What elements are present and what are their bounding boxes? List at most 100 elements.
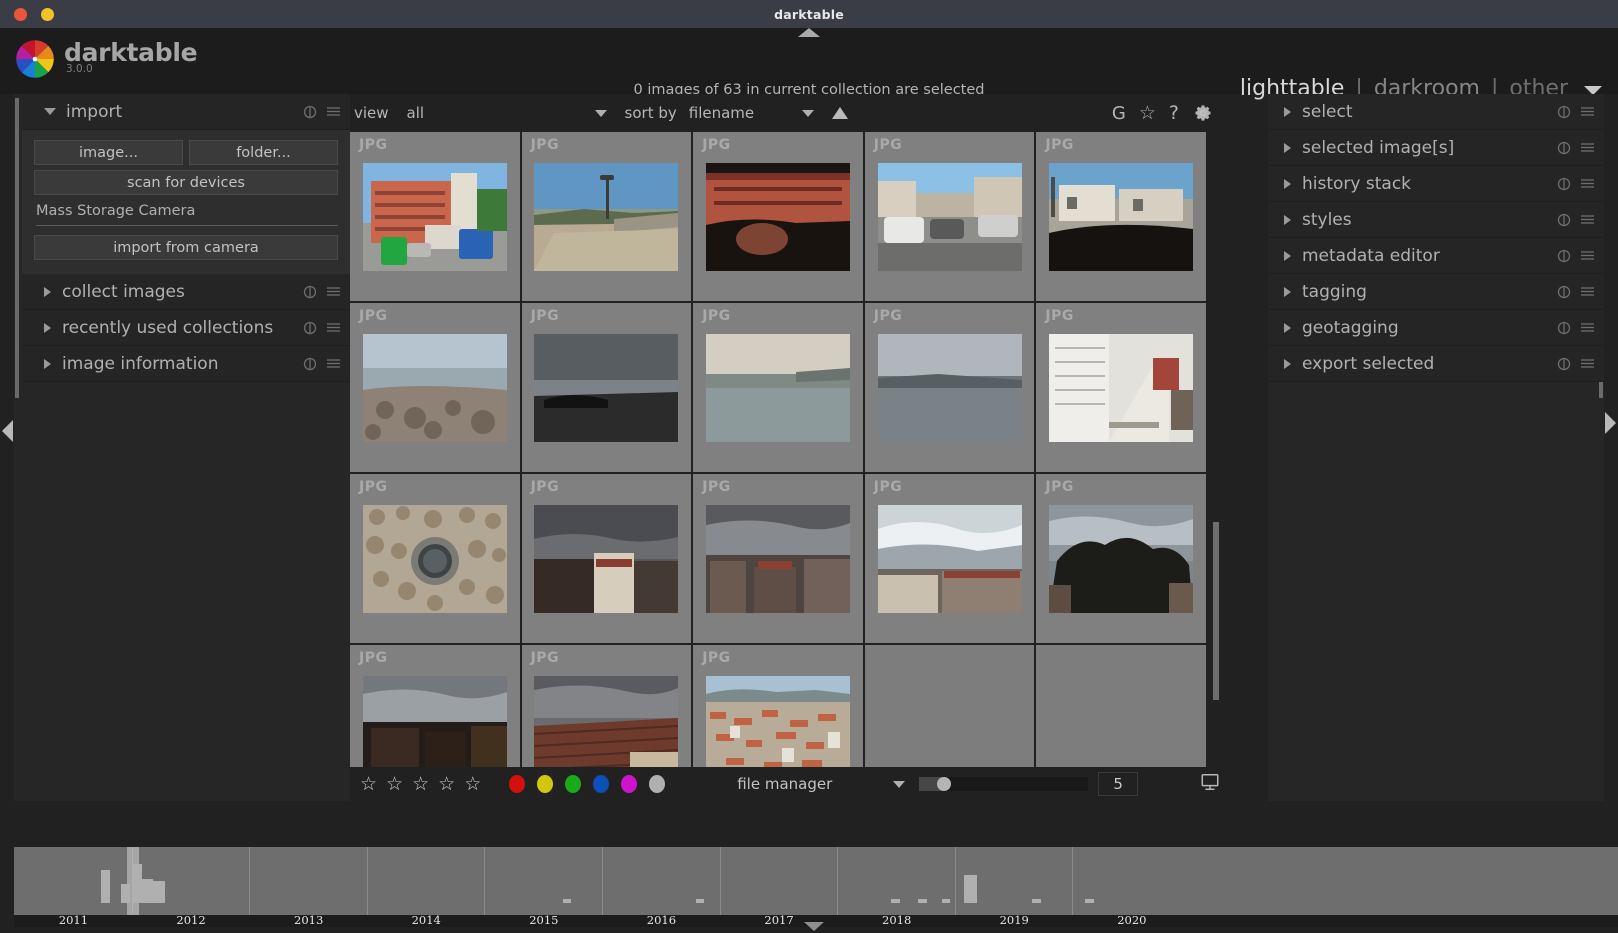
top-header: darktable 3.0.0 0 images of 63 in curren…	[0, 28, 1618, 101]
reset-parameters-icon[interactable]	[303, 357, 317, 371]
timeline-bar	[142, 878, 153, 903]
color-label-filter	[509, 775, 666, 793]
thumbnail-format-label: JPG	[1045, 137, 1074, 153]
reset-parameters-icon[interactable]	[1557, 249, 1571, 263]
color-label-yellow[interactable]	[537, 775, 554, 793]
reset-parameters-icon[interactable]	[303, 285, 317, 299]
overlays-star-icon[interactable]: ☆	[1139, 102, 1156, 124]
presets-menu-icon[interactable]	[1580, 141, 1595, 154]
reset-parameters-icon[interactable]	[1557, 213, 1571, 227]
thumbnail-cell[interactable]: JPG	[350, 303, 522, 474]
presets-menu-icon[interactable]	[326, 321, 341, 334]
import-image-button[interactable]: image...	[34, 140, 183, 165]
reset-parameters-icon[interactable]	[1557, 321, 1571, 335]
collapse-left-panel-icon[interactable]	[2, 420, 13, 442]
color-label-red[interactable]	[509, 775, 526, 793]
presets-menu-icon[interactable]	[1580, 321, 1595, 334]
collapse-right-panel-icon[interactable]	[1605, 412, 1616, 434]
view-filter-select[interactable]: all	[407, 102, 607, 124]
sidebar-item-history-stack[interactable]: history stack	[1268, 166, 1604, 202]
expand-triangle-icon	[1284, 106, 1291, 117]
sidebar-item-selected-images[interactable]: selected image[s]	[1268, 130, 1604, 166]
left-panel-scrollbar[interactable]	[14, 94, 20, 801]
sidebar-item-import[interactable]: import	[22, 94, 350, 130]
scan-for-devices-button[interactable]: scan for devices	[34, 170, 338, 195]
reset-parameters-icon[interactable]	[1557, 105, 1571, 119]
sidebar-item-collect-images[interactable]: collect images	[22, 274, 350, 310]
timeline-bar	[101, 869, 111, 903]
zoom-level-value[interactable]: 5	[1098, 772, 1138, 796]
sidebar-item-styles[interactable]: styles	[1268, 202, 1604, 238]
reset-parameters-icon[interactable]	[1557, 141, 1571, 155]
sort-direction-ascending-icon[interactable]	[831, 107, 848, 119]
thumbnail-cell[interactable]: JPG	[864, 132, 1037, 303]
sidebar-item-tagging[interactable]: tagging	[1268, 274, 1604, 310]
thumbnail-cell[interactable]: JPG	[693, 645, 865, 767]
timeline-year-label: 2020	[1117, 913, 1147, 927]
timeline-histogram[interactable]	[14, 847, 1190, 915]
thumbnail-cell[interactable]: JPG	[1036, 303, 1208, 474]
thumbnail-cell[interactable]: JPG	[521, 645, 694, 767]
layout-mode-select[interactable]: file manager	[737, 773, 905, 795]
timeline[interactable]: 2011 2012 2013 2014 2015 2016 2017 2018 2019 2020	[14, 847, 1618, 931]
thumbnail-cell[interactable]: JPG	[1036, 132, 1208, 303]
thumbnail-cell[interactable]: JPG	[350, 645, 522, 767]
reset-parameters-icon[interactable]	[1557, 177, 1571, 191]
reset-parameters-icon[interactable]	[1557, 357, 1571, 371]
sidebar-item-label: history stack	[1302, 173, 1412, 194]
star-1[interactable]: ☆	[360, 774, 377, 794]
presets-menu-icon[interactable]	[1580, 213, 1595, 226]
presets-menu-icon[interactable]	[326, 357, 341, 370]
presets-menu-icon[interactable]	[326, 105, 341, 118]
thumbnail-cell[interactable]: JPG	[864, 303, 1037, 474]
color-label-grey[interactable]	[649, 775, 666, 793]
presets-menu-icon[interactable]	[1580, 249, 1595, 262]
sidebar-item-export-selected[interactable]: export selected	[1268, 346, 1604, 382]
presets-menu-icon[interactable]	[326, 285, 341, 298]
star-4[interactable]: ☆	[438, 774, 455, 794]
thumbnail-cell[interactable]: JPG	[350, 132, 522, 303]
reset-parameters-icon[interactable]	[303, 105, 317, 119]
sidebar-item-metadata-editor[interactable]: metadata editor	[1268, 238, 1604, 274]
grid-scrollbar[interactable]	[1212, 170, 1220, 733]
color-label-magenta[interactable]	[621, 775, 638, 793]
preferences-gear-icon[interactable]	[1192, 102, 1214, 124]
sidebar-item-select[interactable]: select	[1268, 94, 1604, 130]
left-panel-scroll-thumb[interactable]	[15, 98, 19, 398]
thumbnail-cell[interactable]: JPG	[693, 303, 865, 474]
reset-parameters-icon[interactable]	[303, 321, 317, 335]
thumbnail-cell[interactable]: JPG	[521, 303, 694, 474]
help-icon[interactable]: ?	[1169, 102, 1179, 124]
section-header-icons	[1557, 249, 1595, 263]
presets-menu-icon[interactable]	[1580, 177, 1595, 190]
collapse-bottom-panel-icon[interactable]	[804, 922, 824, 931]
thumbnail-cell[interactable]: JPG	[521, 132, 694, 303]
import-folder-button[interactable]: folder...	[189, 140, 338, 165]
collapse-top-panel-icon[interactable]	[798, 28, 820, 37]
zoom-slider-knob[interactable]	[936, 777, 951, 791]
color-label-green[interactable]	[565, 775, 582, 793]
presets-menu-icon[interactable]	[1580, 285, 1595, 298]
grid-scroll-thumb[interactable]	[1213, 522, 1219, 700]
star-2[interactable]: ☆	[386, 774, 403, 794]
thumbnail-cell[interactable]: JPG	[521, 474, 694, 645]
thumbnail-cell[interactable]: JPG	[350, 474, 522, 645]
sort-by-select[interactable]: filename	[689, 102, 814, 124]
thumbnail-cell[interactable]: JPG	[693, 474, 865, 645]
sidebar-item-geotagging[interactable]: geotagging	[1268, 310, 1604, 346]
thumbnail-cell[interactable]: JPG	[1036, 474, 1208, 645]
reset-parameters-icon[interactable]	[1557, 285, 1571, 299]
color-label-blue[interactable]	[593, 775, 610, 793]
grouping-icon[interactable]: G	[1112, 103, 1126, 124]
sidebar-item-recently-used-collections[interactable]: recently used collections	[22, 310, 350, 346]
sidebar-item-image-information[interactable]: image information	[22, 346, 350, 382]
display-profile-icon[interactable]	[1200, 772, 1220, 796]
zoom-level-slider[interactable]	[918, 777, 1089, 791]
thumbnail-cell[interactable]: JPG	[864, 474, 1037, 645]
star-3[interactable]: ☆	[412, 774, 429, 794]
presets-menu-icon[interactable]	[1580, 105, 1595, 118]
import-from-camera-button[interactable]: import from camera	[34, 235, 338, 260]
star-5[interactable]: ☆	[464, 774, 481, 794]
presets-menu-icon[interactable]	[1580, 357, 1595, 370]
thumbnail-cell[interactable]: JPG	[693, 132, 865, 303]
